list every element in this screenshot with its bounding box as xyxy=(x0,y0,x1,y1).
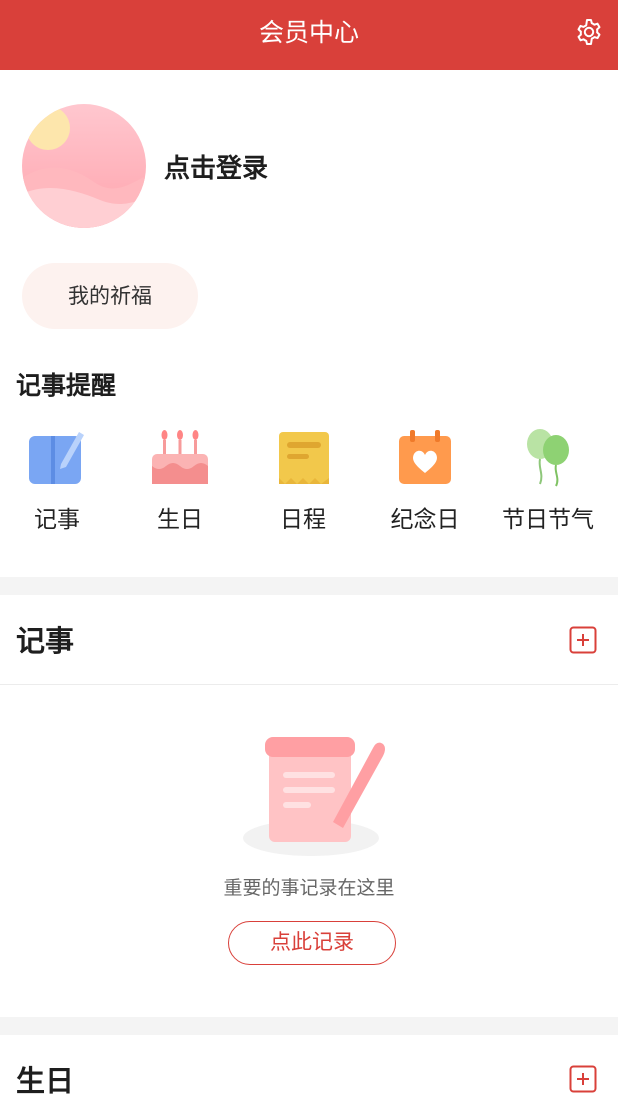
quick-item-schedule[interactable]: 日程 xyxy=(243,426,363,536)
quick-label-festivals: 节日节气 xyxy=(502,507,594,533)
record-button[interactable]: 点此记录 xyxy=(228,921,396,965)
birthday-cake-icon xyxy=(152,430,208,484)
avatar-illustration xyxy=(22,104,146,228)
section-divider-2 xyxy=(0,1017,618,1035)
quick-label-anniversary: 纪念日 xyxy=(390,507,460,533)
calendar-heart-icon xyxy=(399,430,451,484)
quick-item-festivals[interactable]: 节日节气 xyxy=(488,426,608,536)
quick-label-notes: 记事 xyxy=(34,507,80,533)
notebook-icon xyxy=(29,432,84,484)
quick-label-birthday: 生日 xyxy=(157,507,203,533)
schedule-icon xyxy=(279,432,329,484)
quick-label-schedule: 日程 xyxy=(280,507,326,533)
add-birthday-icon[interactable] xyxy=(569,1065,597,1093)
top-bar: 会员中心 xyxy=(0,0,618,70)
reminders-title: 记事提醒 xyxy=(16,371,117,400)
quick-item-birthday[interactable]: 生日 xyxy=(120,426,240,536)
section-divider xyxy=(0,577,618,595)
my-blessing-button[interactable]: 我的祈福 xyxy=(22,263,198,329)
quick-item-anniversary[interactable]: 纪念日 xyxy=(365,426,485,536)
notes-header-divider xyxy=(0,684,618,685)
empty-notes-text: 重要的事记录在这里 xyxy=(223,877,395,899)
birthday-section-title: 生日 xyxy=(16,1064,75,1098)
add-note-icon[interactable] xyxy=(569,626,597,654)
avatar[interactable] xyxy=(22,104,146,228)
notes-section-title: 记事 xyxy=(16,624,75,658)
login-link[interactable]: 点击登录 xyxy=(164,148,268,185)
quick-item-notes[interactable]: 记事 xyxy=(0,426,117,536)
gear-icon[interactable] xyxy=(574,17,604,47)
empty-notes-illustration xyxy=(243,737,385,856)
page-title: 会员中心 xyxy=(258,18,359,47)
balloons-icon xyxy=(527,429,569,487)
